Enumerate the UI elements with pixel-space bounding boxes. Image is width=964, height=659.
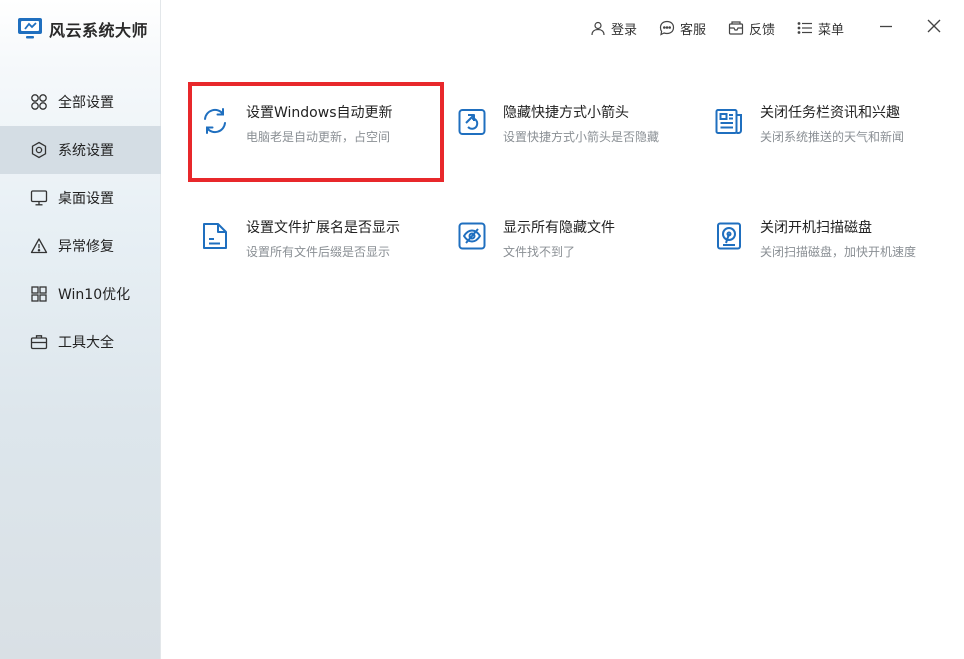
card-title: 显示所有隐藏文件	[503, 220, 615, 236]
card-text: 设置文件扩展名是否显示 设置所有文件后缀是否显示	[246, 219, 400, 260]
sidebar-item-label: Win10优化	[58, 287, 131, 303]
mail-icon	[728, 21, 744, 35]
feedback-button[interactable]: 反馈	[728, 19, 775, 38]
card-text: 显示所有隐藏文件 文件找不到了	[503, 219, 615, 260]
close-button[interactable]	[926, 18, 942, 34]
user-icon	[591, 21, 605, 36]
card-desc: 设置所有文件后缀是否显示	[246, 245, 391, 259]
hidden-eye-icon	[457, 221, 487, 251]
sidebar-item-win10-optimize[interactable]: Win10优化	[0, 270, 161, 318]
sidebar-item-system-settings[interactable]: 系统设置	[0, 126, 161, 174]
sidebar-item-all-settings[interactable]: 全部设置	[0, 78, 161, 126]
card-title: 关闭开机扫描磁盘	[760, 220, 872, 236]
login-button[interactable]: 登录	[590, 19, 637, 38]
close-icon	[927, 19, 941, 33]
card-show-hidden-files[interactable]: 显示所有隐藏文件 文件找不到了	[457, 219, 697, 289]
gear-hexagon-icon	[30, 141, 48, 159]
card-desc: 关闭系统推送的天气和新闻	[760, 130, 905, 144]
card-desc: 文件找不到了	[503, 245, 576, 259]
service-button[interactable]: 客服	[659, 19, 706, 38]
sidebar-item-label: 系统设置	[58, 143, 114, 159]
card-desc: 关闭扫描磁盘，加快开机速度	[760, 245, 917, 259]
card-file-extensions[interactable]: 设置文件扩展名是否显示 设置所有文件后缀是否显示	[200, 219, 440, 289]
monitor-icon	[30, 189, 48, 207]
app-title: 风云系统大师	[49, 21, 149, 40]
windows-grid-icon	[30, 285, 48, 303]
top-toolbar: 登录 客服 反馈 菜单	[590, 16, 866, 40]
chat-bubble-icon	[659, 20, 675, 36]
sidebar-item-error-repair[interactable]: 异常修复	[0, 222, 161, 270]
card-disable-news-interests[interactable]: 关闭任务栏资讯和兴趣 关闭系统推送的天气和新闻	[714, 104, 954, 174]
sidebar-nav: 全部设置 系统设置 桌面设置 异常修复 Win10优化 工具大全	[0, 78, 161, 366]
card-desc: 设置快捷方式小箭头是否隐藏	[503, 130, 660, 144]
highlight-box	[188, 82, 444, 182]
feedback-label: 反馈	[749, 22, 776, 38]
file-icon	[200, 221, 230, 251]
monitor-logo-icon	[17, 17, 43, 41]
sidebar: 风云系统大师 全部设置 系统设置 桌面设置 异常修复 Win10优化 工具大全	[0, 0, 161, 659]
brand: 风云系统大师	[17, 16, 148, 42]
card-text: 关闭任务栏资讯和兴趣 关闭系统推送的天气和新闻	[760, 104, 904, 145]
card-text: 关闭开机扫描磁盘 关闭扫描磁盘，加快开机速度	[760, 219, 916, 260]
briefcase-icon	[30, 333, 48, 351]
sidebar-item-desktop-settings[interactable]: 桌面设置	[0, 174, 161, 222]
card-title: 隐藏快捷方式小箭头	[503, 105, 629, 121]
service-label: 客服	[680, 22, 707, 38]
menu-button[interactable]: 菜单	[797, 19, 844, 38]
sidebar-item-label: 全部设置	[58, 95, 114, 111]
sidebar-item-label: 工具大全	[58, 335, 114, 351]
card-hide-shortcut-arrow[interactable]: 隐藏快捷方式小箭头 设置快捷方式小箭头是否隐藏	[457, 104, 697, 174]
menu-list-icon	[797, 22, 813, 34]
menu-label: 菜单	[818, 22, 845, 38]
card-text: 隐藏快捷方式小箭头 设置快捷方式小箭头是否隐藏	[503, 104, 659, 145]
four-circles-icon	[30, 93, 48, 111]
warning-triangle-icon	[30, 237, 48, 255]
card-title: 设置文件扩展名是否显示	[246, 220, 400, 236]
minimize-button[interactable]	[878, 18, 894, 34]
newspaper-icon	[714, 106, 744, 136]
card-disable-disk-scan[interactable]: 关闭开机扫描磁盘 关闭扫描磁盘，加快开机速度	[714, 219, 954, 289]
card-title: 关闭任务栏资讯和兴趣	[760, 105, 900, 121]
shortcut-arrow-icon	[457, 106, 487, 136]
sidebar-item-toolbox[interactable]: 工具大全	[0, 318, 161, 366]
login-label: 登录	[611, 22, 638, 38]
sidebar-item-label: 桌面设置	[58, 191, 114, 207]
minimize-icon	[880, 25, 892, 28]
sidebar-item-label: 异常修复	[58, 239, 114, 255]
disk-scan-icon	[714, 221, 744, 251]
